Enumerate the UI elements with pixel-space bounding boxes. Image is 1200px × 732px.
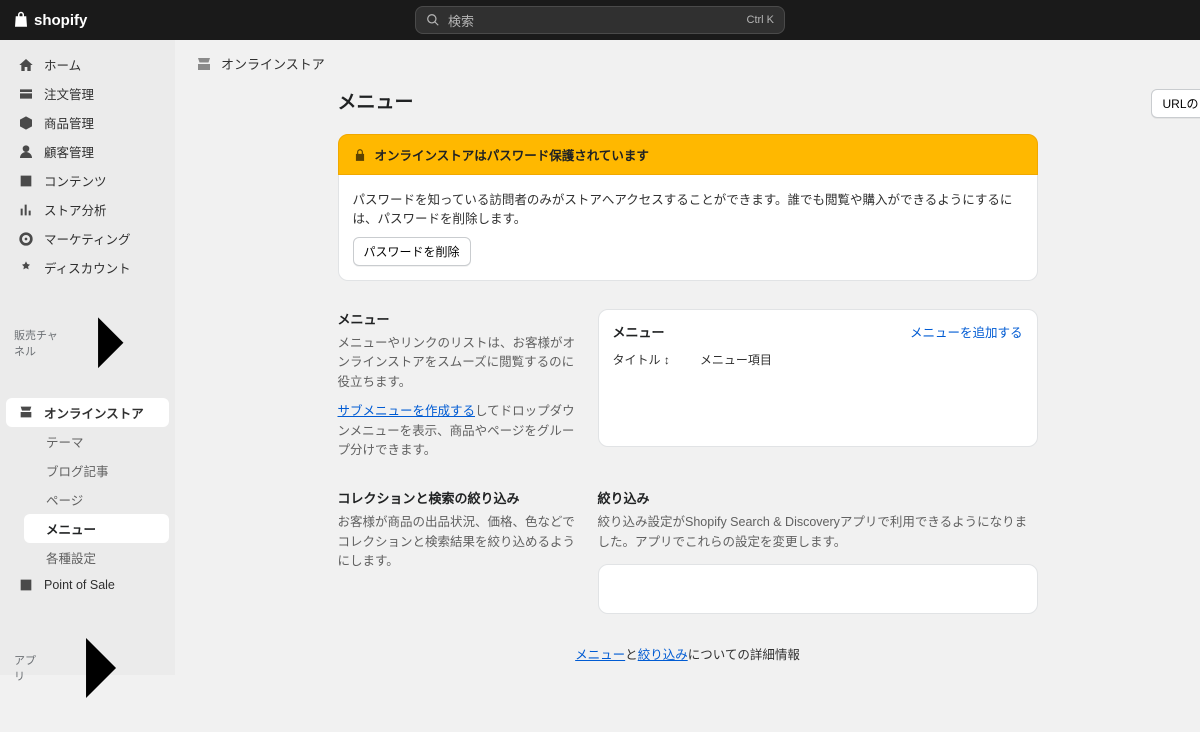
discounts-icon (18, 260, 34, 276)
footer-link-filter[interactable]: 絞り込み (638, 648, 688, 662)
logo[interactable]: shopify (12, 10, 87, 30)
breadcrumb-text: オンラインストア (221, 54, 325, 73)
remove-password-button[interactable]: パスワードを削除 (353, 237, 471, 266)
banner-title: オンラインストアはパスワード保護されています (375, 145, 649, 164)
page-header: メニュー (338, 87, 1038, 114)
banner-description: パスワードを知っている訪問者のみがストアへアクセスすることができます。誰でも閲覧… (353, 189, 1023, 227)
sidebar-item-discounts[interactable]: ディスカウント (6, 253, 169, 282)
search-shortcut: Ctrl K (747, 14, 775, 26)
sidebar-item-online-store[interactable]: オンラインストア (6, 398, 169, 427)
menu-section-description: メニュー メニューやリンクのリストは、お客様がオンラインストアをスムーズに閲覧す… (338, 309, 578, 460)
content-icon (18, 173, 34, 189)
marketing-icon (18, 231, 34, 247)
sidebar-item-marketing[interactable]: マーケティング (6, 224, 169, 253)
filter-section-title: コレクションと検索の絞り込み (338, 488, 578, 507)
sort-icon: ↕ (664, 353, 670, 367)
pos-icon (18, 577, 34, 593)
filter-section-description: コレクションと検索の絞り込み お客様が商品の出品状況、価格、色などでコレクション… (338, 488, 578, 614)
sidebar-sub-pages[interactable]: ページ (24, 485, 169, 514)
col-items: メニュー項目 (700, 351, 772, 368)
search-placeholder: 検索 (448, 11, 474, 30)
menu-table-body (613, 374, 1023, 434)
footer-info: メニューと絞り込みについての詳細情報 (338, 644, 1038, 663)
footer-link-menu[interactable]: メニュー (575, 648, 625, 662)
sidebar-item-products[interactable]: 商品管理 (6, 108, 169, 137)
url-redirect-button[interactable]: URLのリダイレクトを表示 (1151, 89, 1200, 118)
filter-card (598, 564, 1038, 614)
search-container: 検索 Ctrl K (415, 6, 785, 34)
menu-section-title: メニュー (338, 309, 578, 328)
menu-card-title: メニュー (613, 322, 665, 341)
search-input[interactable]: 検索 Ctrl K (415, 6, 785, 34)
customers-icon (18, 144, 34, 160)
sidebar-item-customers[interactable]: 顧客管理 (6, 137, 169, 166)
password-banner: オンラインストアはパスワード保護されています パスワードを知っている訪問者のみが… (338, 134, 1038, 281)
sidebar-sub-menu[interactable]: メニュー (24, 514, 169, 543)
chevron-right-icon[interactable] (41, 608, 161, 728)
online-store-submenu: テーマ ブログ記事 ページ メニュー 各種設定 (18, 427, 175, 572)
topbar: shopify 検索 Ctrl K (0, 0, 1200, 40)
sidebar-item-pos[interactable]: Point of Sale (6, 572, 169, 598)
menu-card: メニュー メニューを追加する タイトル ↕ メニュー項目 (598, 309, 1038, 447)
page-title: メニュー (338, 87, 414, 114)
main-content: オンラインストア メニュー URLのリダイレクトを表示 オンラインストアはパスワ… (175, 40, 1200, 675)
sidebar-sub-settings[interactable]: 各種設定 (24, 543, 169, 572)
store-icon (195, 55, 213, 73)
search-icon (426, 13, 440, 27)
products-icon (18, 115, 34, 131)
sidebar-item-analytics[interactable]: ストア分析 (6, 195, 169, 224)
sidebar-sub-theme[interactable]: テーマ (24, 427, 169, 456)
filter-block: 絞り込み 絞り込み設定がShopify Search & Discoveryアプ… (598, 488, 1038, 614)
home-icon (18, 57, 34, 73)
sidebar-section-channels: 販売チャネル (0, 282, 175, 398)
create-submenu-link[interactable]: サブメニューを作成する (338, 404, 476, 418)
breadcrumb: オンラインストア (175, 40, 1200, 87)
sidebar-item-content[interactable]: コンテンツ (6, 166, 169, 195)
sidebar-sub-blog[interactable]: ブログ記事 (24, 456, 169, 485)
sidebar: ホーム 注文管理 商品管理 顧客管理 コンテンツ ストア分析 マーケティング デ… (0, 40, 175, 675)
add-menu-button[interactable]: メニューを追加する (910, 322, 1023, 341)
col-title[interactable]: タイトル ↕ (613, 351, 670, 368)
brand-name: shopify (34, 12, 87, 29)
sidebar-item-home[interactable]: ホーム (6, 50, 169, 79)
analytics-icon (18, 202, 34, 218)
chevron-right-icon[interactable] (60, 292, 162, 394)
orders-icon (18, 86, 34, 102)
store-icon (18, 404, 34, 420)
filter-card-title: 絞り込み (598, 488, 1038, 507)
shopify-bag-icon (12, 10, 30, 30)
sidebar-section-apps: アプリ (0, 598, 175, 732)
menu-table-header: タイトル ↕ メニュー項目 (613, 351, 1023, 374)
sidebar-item-orders[interactable]: 注文管理 (6, 79, 169, 108)
lock-icon (353, 148, 367, 162)
